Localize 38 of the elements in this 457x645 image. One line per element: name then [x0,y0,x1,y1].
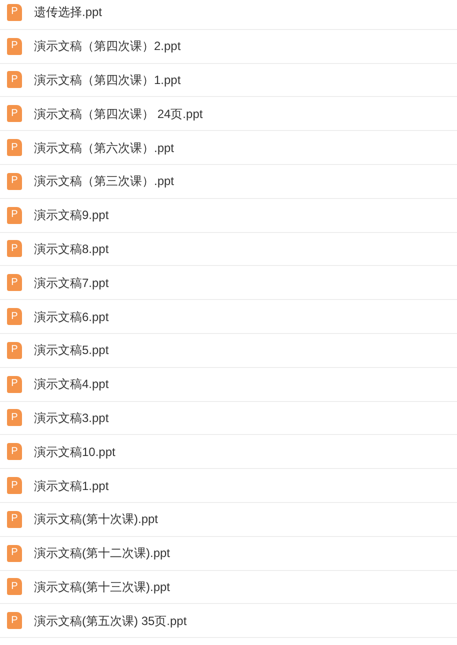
file-name[interactable]: 演示文稿4.ppt [34,375,109,394]
file-name[interactable]: 演示文稿1.ppt [34,476,109,495]
ppt-file-icon: P [7,510,22,528]
ppt-file-icon: P [7,38,22,55]
ppt-file-icon: P [7,612,22,630]
ppt-file-icon: P [7,4,22,21]
file-name[interactable]: 演示文稿（第六次课）.ppt [34,138,174,157]
file-name[interactable]: 演示文稿10.ppt [34,442,116,461]
file-name[interactable]: 演示文稿8.ppt [34,240,109,258]
file-name[interactable]: 演示文稿(第十二次课).ppt [34,544,170,562]
ppt-file-icon: P [7,409,22,426]
ppt-file-icon: P [7,172,22,190]
ppt-file-icon: P [7,342,22,359]
ppt-file-icon: P [7,578,22,596]
file-name[interactable]: 演示文稿（第四次课）2.ppt [34,37,181,56]
ppt-file-icon: P [7,105,22,122]
ppt-file-icon: P [7,139,22,156]
ppt-file-icon: P [7,443,22,460]
ppt-file-icon: P [7,544,22,562]
ppt-file-icon: P [7,240,22,258]
file-name[interactable]: 遗传选择.ppt [34,3,102,22]
file-name[interactable]: 演示文稿5.ppt [34,341,109,360]
file-name[interactable]: 演示文稿(第十三次课).ppt [34,578,170,596]
ppt-file-icon: P [7,376,22,393]
file-name[interactable]: 演示文稿(第五次课) 35页.ppt [34,612,187,630]
ppt-file-icon: P [7,71,22,88]
file-name[interactable]: 演示文稿3.ppt [34,408,109,427]
ppt-file-icon: P [7,206,22,224]
ppt-file-icon: P [7,477,22,494]
file-name[interactable]: 演示文稿9.ppt [34,206,109,224]
file-name[interactable]: 演示文稿6.ppt [34,308,109,326]
ppt-file-icon: P [7,308,22,326]
ppt-file-icon: P [7,274,22,292]
file-name[interactable]: 演示文稿（第四次课） 24页.ppt [34,104,203,123]
file-name[interactable]: 演示文稿（第四次课）1.ppt [34,70,181,89]
file-name[interactable]: 演示文稿7.ppt [34,274,109,292]
file-name[interactable]: 演示文稿(第十次课).ppt [34,510,158,528]
file-name[interactable]: 演示文稿（第三次课）.ppt [34,172,174,190]
